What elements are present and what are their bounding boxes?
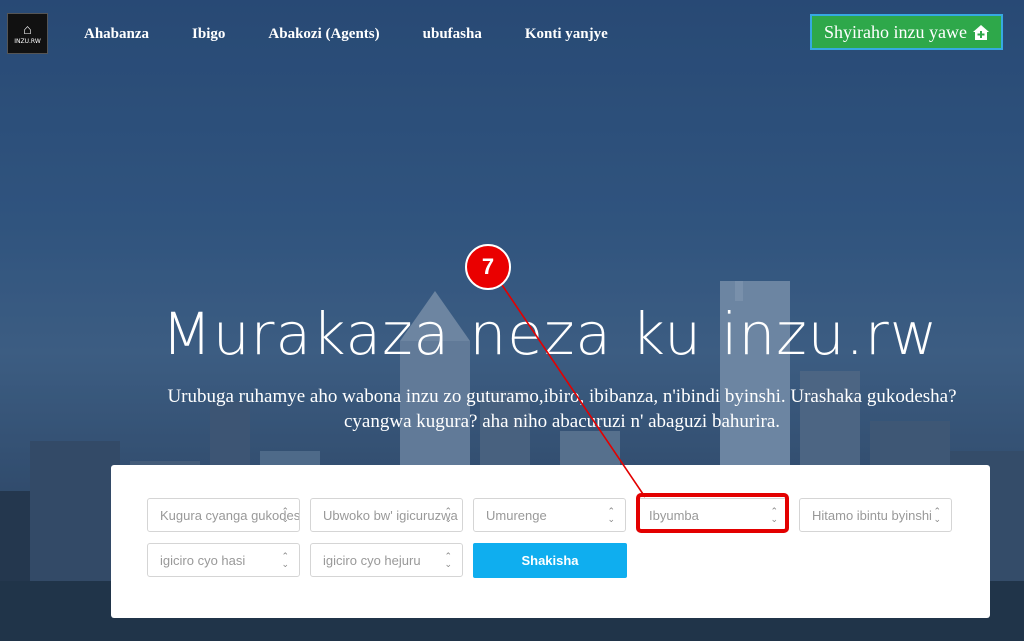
select-arrows-icon: ⌃ ⌄ [281,506,289,524]
search-panel [111,465,990,618]
select-arrows-icon: ⌃ ⌄ [281,551,289,569]
transaction-type-select[interactable]: Kugura cyanga gukodesha ⌃ ⌄ [147,498,300,532]
nav-item-ahabanza[interactable]: Ahabanza [84,26,149,43]
add-property-label: Shyiraho inzu yawe [824,21,967,42]
select-arrows-icon: ⌃ ⌄ [933,506,941,524]
main-nav: Ahabanza Ibigo Abakozi (Agents) ubufasha… [84,26,651,43]
min-price-select[interactable]: igiciro cyo hasi ⌃ ⌄ [147,543,300,577]
select-arrows-icon: ⌃ ⌄ [444,506,452,524]
nav-item-konti[interactable]: Konti yanjye [525,26,608,43]
features-value: Hitamo ibintu byinshi [812,507,932,523]
home-plus-icon [972,24,989,40]
max-price-value: igiciro cyo hejuru [323,552,421,568]
select-arrows-icon: ⌃ ⌄ [607,506,615,524]
search-button[interactable]: Shakisha [473,543,627,578]
transaction-type-value: Kugura cyanga gukodesha [160,507,300,523]
nav-item-agents[interactable]: Abakozi (Agents) [268,26,379,43]
select-arrows-icon: ⌃ ⌄ [444,551,452,569]
nav-item-ubufasha[interactable]: ubufasha [423,26,482,43]
annotation-step-badge: 7 [465,244,511,290]
hero-subtitle-line-1: Urubuga ruhamye aho wabona inzu zo gutur… [167,386,957,407]
logo-text: INZU.RW [14,38,41,45]
product-type-value: Ubwoko bw' igicuruzwa [323,507,458,523]
add-property-button[interactable]: Shyiraho inzu yawe [810,14,1003,50]
site-logo[interactable]: ⌂ INZU.RW [7,13,48,54]
hero-subtitle: Urubuga ruhamye aho wabona inzu zo gutur… [110,384,1014,434]
hero-title: Murakaza neza ku inzu.rw [161,300,939,368]
hero-subtitle-line-2: cyangwa kugura? aha niho abacuruzi n' ab… [344,411,780,432]
max-price-select[interactable]: igiciro cyo hejuru ⌃ ⌄ [310,543,463,577]
sector-value: Umurenge [486,507,547,523]
logo-house-icon: ⌂ [23,21,32,37]
sector-select[interactable]: Umurenge ⌃ ⌄ [473,498,626,532]
min-price-value: igiciro cyo hasi [160,552,246,568]
features-select[interactable]: Hitamo ibintu byinshi ⌃ ⌄ [799,498,952,532]
nav-item-ibigo[interactable]: Ibigo [192,26,225,43]
annotation-highlight-box [636,493,789,533]
product-type-select[interactable]: Ubwoko bw' igicuruzwa ⌃ ⌄ [310,498,463,532]
